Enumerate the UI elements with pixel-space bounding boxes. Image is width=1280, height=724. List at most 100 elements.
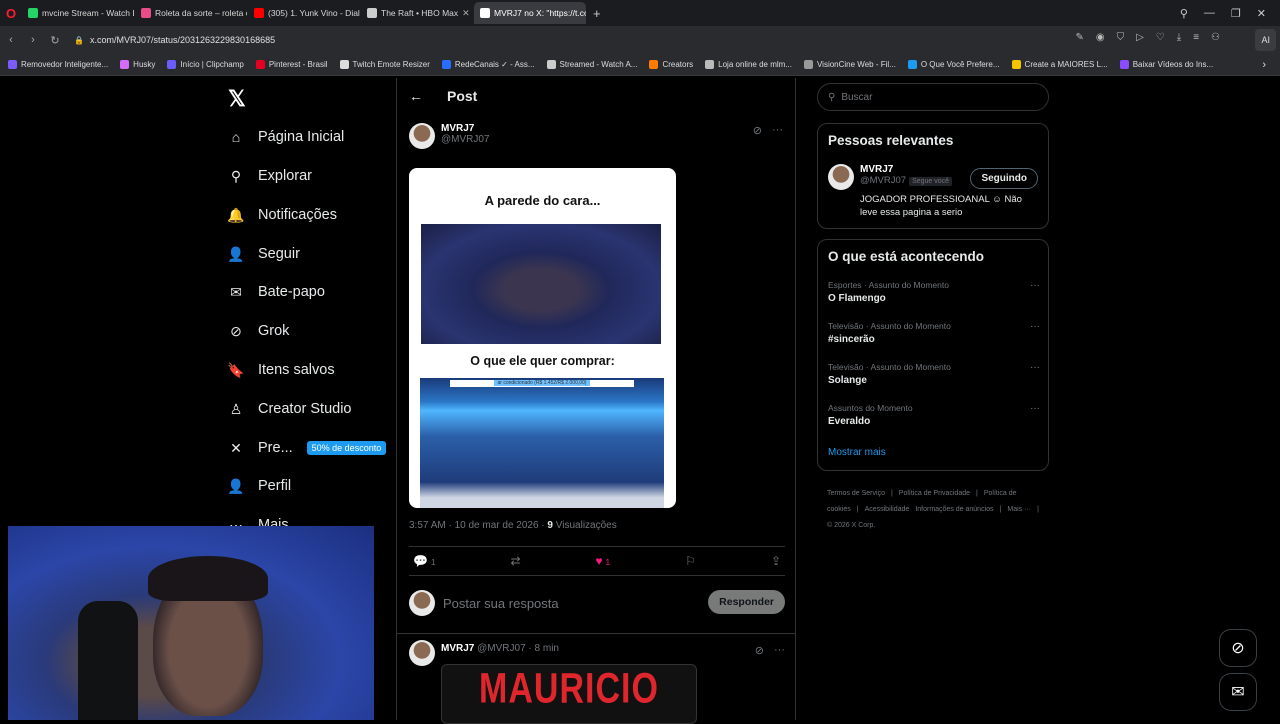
trend-item[interactable]: Assuntos do Momento Everaldo ··· [828, 403, 1040, 427]
maximize-button[interactable]: ❐ [1231, 7, 1241, 20]
footer-link[interactable]: Informações de anúncios [915, 506, 993, 513]
new-tab-button[interactable]: + [593, 6, 601, 21]
footer-link[interactable]: Mais ··· [1007, 506, 1031, 513]
bookmark-item[interactable]: VisionCine Web - Fil... [803, 60, 896, 69]
forward-button[interactable]: › [22, 34, 44, 46]
bookmark-item[interactable]: Creators [649, 60, 693, 69]
back-button[interactable]: ‹ [0, 34, 22, 46]
bookmark-item[interactable]: Início | Clipchamp [167, 60, 244, 69]
bookmark-item[interactable]: Twitch Emote Resizer [339, 60, 430, 69]
footer-link[interactable]: Acessibilidade [865, 506, 910, 513]
bookmark-item[interactable]: Baixar Vídeos do Ins... [1119, 60, 1213, 69]
author-name[interactable]: MVRJ7 [441, 123, 490, 134]
browser-tab[interactable]: The Raft • HBO Max ✕ [361, 2, 473, 24]
trend-more-icon[interactable]: ··· [1030, 321, 1040, 332]
url-field[interactable]: 🔒 x.com/MVRJ07/status/203126322983016868… [74, 35, 275, 45]
browser-tab[interactable]: MVRJ7 no X: "https://t.co✕ [474, 2, 586, 24]
like-button[interactable]: ♥ 1 [596, 554, 611, 568]
author-handle[interactable]: @MVRJ07 [441, 134, 490, 145]
relevant-user-name[interactable]: MVRJ7 [860, 164, 952, 175]
nav-item-mail[interactable]: ✉ Bate-papo [228, 284, 325, 301]
heart-icon[interactable]: ♡ [1156, 32, 1165, 43]
nav-item-home[interactable]: ⌂ Página Inicial [228, 129, 344, 145]
share-button[interactable]: ⇪ [771, 554, 781, 568]
nav-item-creator-studio[interactable]: ♙ Creator Studio [228, 400, 352, 418]
bookmark-favicon-icon [255, 60, 265, 69]
reply-author-name[interactable]: MVRJ7 [441, 643, 474, 654]
nav-item-search[interactable]: ⚲ Explorar [228, 168, 312, 185]
trend-item[interactable]: Televisão · Assunto do Momento #sincerão ·… [828, 321, 1040, 345]
profile-icon[interactable]: ⚇ [1211, 32, 1220, 43]
post-timestamp[interactable]: 3:57 AM · 10 de mar de 2026 · [409, 520, 547, 531]
more-options-icon[interactable]: ··· [772, 124, 783, 137]
premium-discount-badge[interactable]: 50% de desconto [306, 441, 387, 455]
avatar[interactable] [409, 640, 435, 666]
bookmark-item[interactable]: Husky [120, 60, 155, 69]
browser-tab[interactable]: Roleta da sorte – roleta o✕ [135, 2, 247, 24]
footer-link[interactable]: © 2026 X Corp. [827, 522, 875, 529]
relevant-user[interactable]: MVRJ7 @MVRJ07 Segue você [828, 164, 953, 190]
bookmark-item[interactable]: Streamed - Watch A... [546, 60, 637, 69]
search-icon: ⚲ [828, 91, 836, 103]
reply-button[interactable]: 💬 1 [413, 554, 435, 568]
trend-more-icon[interactable]: ··· [1030, 362, 1040, 373]
reload-button[interactable]: ↻ [44, 34, 66, 47]
browser-tab[interactable]: (305) 1. Yunk Vino - Dialo✕ [248, 2, 360, 24]
close-window-button[interactable]: ✕ [1257, 7, 1266, 20]
post-image[interactable]: A parede do cara... O que ele quer compr… [409, 168, 676, 508]
menu-icon[interactable]: ≡ [1193, 32, 1199, 43]
ai-button[interactable]: AI [1255, 29, 1276, 51]
messages-floating-button[interactable]: ✉ [1219, 673, 1257, 711]
grok-floating-button[interactable]: ⊘ [1219, 629, 1257, 667]
nav-item-x-premium[interactable]: ✕ Pre... 50% de desconto [228, 440, 387, 456]
nav-item-add-user[interactable]: 👤 Seguir [227, 246, 300, 263]
footer-link[interactable]: Política de Privacidade [899, 490, 970, 497]
nav-item-bell[interactable]: 🔔 Notificações [227, 207, 337, 224]
show-more-link[interactable]: Mostrar mais [828, 447, 886, 458]
avatar[interactable] [828, 164, 854, 190]
browser-tab-bar: O mvcine Stream - Watch Li✕Roleta da sor… [0, 0, 1280, 26]
trend-item[interactable]: Esportes · Assunto do Momento O Flamengo ·… [828, 280, 1040, 304]
following-button[interactable]: Seguindo [970, 168, 1038, 189]
download-icon[interactable]: ⤓ [1177, 32, 1181, 43]
nav-item-grok[interactable]: ⊘ Grok [228, 323, 289, 340]
minimize-button[interactable]: — [1204, 7, 1215, 19]
trend-item[interactable]: Televisão · Assunto do Momento Solange ··· [828, 362, 1040, 386]
bookmarks-overflow-icon[interactable]: › [1262, 59, 1266, 71]
x-logo-icon[interactable]: 𝕏 [228, 86, 246, 112]
grok-icon[interactable]: ⊘ [753, 124, 762, 137]
tab-close-icon[interactable]: ✕ [458, 8, 470, 19]
reply-input[interactable]: Postar sua resposta [443, 596, 559, 611]
bookmark-item[interactable]: Removedor Inteligente... [8, 60, 108, 69]
bookmark-item[interactable]: RedeCanais ✓ - Ass... [441, 60, 535, 69]
grok-icon[interactable]: ⊘ [755, 644, 764, 657]
bookmark-item[interactable]: O Que Você Prefere... [907, 60, 1000, 69]
nav-item-label: Bate-papo [258, 284, 325, 300]
nav-item-bookmark[interactable]: 🔖 Itens salvos [227, 362, 334, 379]
reply-tweet-image[interactable]: MAURICIO [441, 664, 697, 724]
avatar[interactable] [409, 123, 435, 149]
trend-more-icon[interactable]: ··· [1030, 280, 1040, 291]
nav-item-profile[interactable]: 👤 Perfil [227, 478, 291, 495]
bookmark-item[interactable]: Pinterest - Brasil [255, 60, 328, 69]
creator-studio-icon: ♙ [229, 400, 243, 417]
repost-button[interactable]: ⇄ [510, 554, 520, 568]
back-arrow-icon[interactable]: ← [409, 88, 423, 104]
opera-logo-icon[interactable]: O [0, 0, 22, 26]
footer-link[interactable]: Termos de Serviço [827, 490, 885, 497]
trend-more-icon[interactable]: ··· [1030, 403, 1040, 414]
play-icon[interactable]: ▷ [1136, 32, 1144, 43]
browser-tab[interactable]: mvcine Stream - Watch Li✕ [22, 2, 134, 24]
bookmark-item[interactable]: Loja online de mlm... [705, 60, 792, 69]
search-input[interactable]: ⚲ Buscar [817, 83, 1049, 111]
more-options-icon[interactable]: ··· [774, 644, 785, 657]
bookmark-favicon-icon [546, 60, 556, 69]
reply-submit-button[interactable]: Responder [708, 590, 785, 614]
search-tabs-icon[interactable]: ⚲ [1180, 7, 1188, 20]
post-author[interactable]: MVRJ7 @MVRJ07 [409, 123, 490, 149]
bookmark-item[interactable]: Create a MAIORES L... [1011, 60, 1108, 69]
edit-icon[interactable]: ✎ [1075, 32, 1083, 43]
shield-icon[interactable]: ⛉ [1117, 32, 1125, 43]
camera-icon[interactable]: ◉ [1096, 32, 1105, 43]
bookmark-button[interactable]: ⚐ [685, 554, 696, 568]
